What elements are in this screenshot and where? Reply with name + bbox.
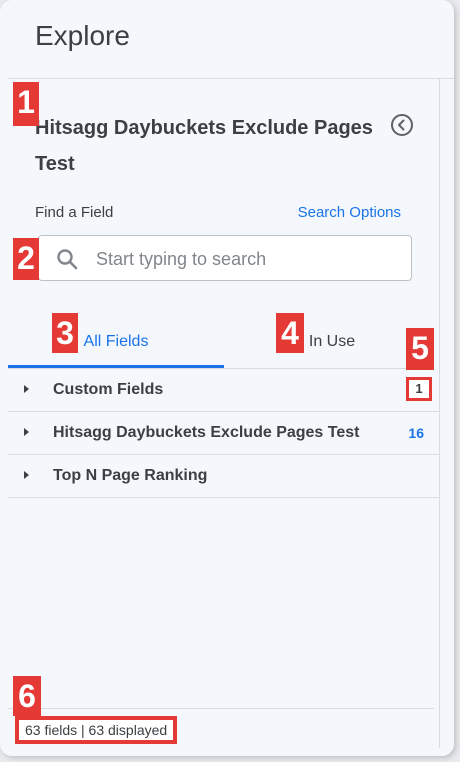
search-input[interactable] [94,236,398,282]
caret-right-icon [24,471,29,479]
search-icon [57,249,78,270]
annotation-badge: 1 [13,82,39,126]
search-field[interactable] [38,235,412,282]
annotation-badge: 3 [52,313,78,353]
field-group-row[interactable]: Top N Page Ranking [8,455,440,498]
field-group-count: 16 [408,425,424,441]
footer-divider [8,708,434,709]
page-title: Explore [35,20,130,51]
field-group-label: Top N Page Ranking [53,467,208,484]
chevron-left-circle-icon [391,114,413,136]
caret-right-icon [24,385,29,393]
annotation-badge: 2 [13,238,39,280]
field-group-label: Custom Fields [53,381,164,398]
field-group-row[interactable]: Hitsagg Daybuckets Exclude Pages Test 16 [8,412,440,455]
explore-panel: Explore Hitsagg Daybuckets Exclude Pages… [0,0,454,756]
tab-all-fields[interactable]: All Fields [8,316,224,368]
annotation-badge: 6 [13,676,41,716]
model-title: Hitsagg Daybuckets Exclude Pages Test [35,117,373,175]
annotation-badge: 4 [276,313,304,353]
find-field-label: Find a Field [35,204,114,221]
field-group-label: Hitsagg Daybuckets Exclude Pages Test [53,424,360,441]
caret-right-icon [24,428,29,436]
field-count-highlight: 1 [406,377,432,401]
field-group-row[interactable]: Custom Fields [8,369,440,412]
annotation-badge: 5 [406,328,434,370]
search-options-link[interactable]: Search Options [298,204,401,221]
field-count-summary: 63 fields | 63 displayed [15,716,178,744]
field-group-count: 1 [409,380,429,398]
header-divider [8,78,454,79]
collapse-button[interactable] [390,113,414,137]
